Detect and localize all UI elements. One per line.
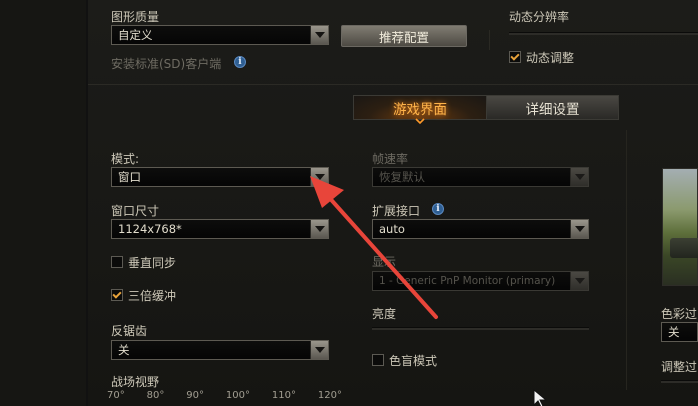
colorblind-checkbox[interactable]	[372, 354, 384, 366]
dynamic-resolution-label: 动态分辨率	[509, 10, 570, 24]
window-size-value: 1124x768*	[118, 222, 182, 236]
settings-tabs: 游戏界面 详细设置	[353, 95, 619, 120]
color-filter-select[interactable]: 关	[661, 322, 698, 342]
fov-label: 战场视野	[111, 375, 160, 389]
adjust-filter-slider[interactable]	[661, 380, 698, 383]
dropdown-arrow-icon[interactable]	[570, 168, 588, 186]
recommend-config-button[interactable]: 推荐配置	[341, 25, 467, 47]
fov-tick: 120°	[317, 390, 342, 401]
colorblind-label: 色盲模式	[389, 354, 438, 368]
dynamic-resolution-slider[interactable]	[509, 32, 698, 35]
fov-tick: 100°	[225, 390, 250, 401]
dropdown-arrow-icon[interactable]	[570, 272, 588, 290]
mouse-cursor-icon	[533, 389, 548, 406]
antialias-select[interactable]: 关	[111, 340, 329, 360]
graphics-quality-label: 图形质量	[111, 10, 160, 24]
info-icon[interactable]: i	[234, 56, 246, 68]
fov-tick: 110°	[271, 390, 296, 401]
brightness-slider[interactable]	[372, 327, 589, 330]
color-filter-label: 色彩过	[661, 307, 698, 321]
fov-tick: 90°	[186, 390, 204, 401]
graphics-quality-value: 自定义	[118, 28, 153, 42]
fov-slider-ticks[interactable]: 70° 80° 90° 100° 110° 120°	[107, 390, 342, 401]
annotation-arrow-icon	[310, 176, 438, 319]
vertical-divider	[626, 130, 627, 390]
triple-buffer-checkbox[interactable]	[111, 289, 123, 301]
vsync-label: 垂直同步	[128, 256, 177, 270]
preview-tank-silhouette	[670, 238, 698, 258]
graphics-quality-select[interactable]: 自定义	[111, 25, 329, 45]
vsync-checkbox[interactable]	[111, 256, 123, 268]
dropdown-arrow-icon[interactable]	[310, 26, 328, 44]
dynamic-adjust-checkbox[interactable]	[509, 51, 521, 63]
dynamic-adjust-label: 动态调整	[526, 51, 575, 65]
mode-label: 模式:	[111, 152, 140, 166]
window-size-select[interactable]: 1124x768*	[111, 219, 329, 239]
mode-value: 窗口	[118, 170, 141, 184]
adjust-filter-label: 调整过	[661, 360, 698, 374]
antialias-value: 关	[118, 343, 130, 357]
triple-buffer-label: 三倍缓冲	[128, 289, 177, 303]
window-size-label: 窗口尺寸	[111, 204, 160, 218]
mode-select[interactable]: 窗口	[111, 167, 329, 187]
section-divider	[88, 84, 698, 85]
color-filter-value: 关	[668, 325, 680, 339]
dropdown-arrow-icon[interactable]	[310, 341, 328, 359]
framerate-label: 帧速率	[372, 152, 409, 166]
antialias-label: 反锯齿	[111, 324, 148, 338]
vertical-divider	[489, 30, 490, 50]
preview-image	[662, 168, 698, 286]
fov-tick: 70°	[107, 390, 125, 401]
install-sd-client-label: 安装标准(SD)客户端	[111, 57, 222, 71]
tab-detailed-settings[interactable]: 详细设置	[487, 96, 618, 119]
active-tab-chevron-icon	[415, 118, 425, 125]
fov-tick: 80°	[146, 390, 165, 401]
dropdown-arrow-icon[interactable]	[570, 220, 588, 238]
tab-game-interface[interactable]: 游戏界面	[354, 96, 487, 119]
